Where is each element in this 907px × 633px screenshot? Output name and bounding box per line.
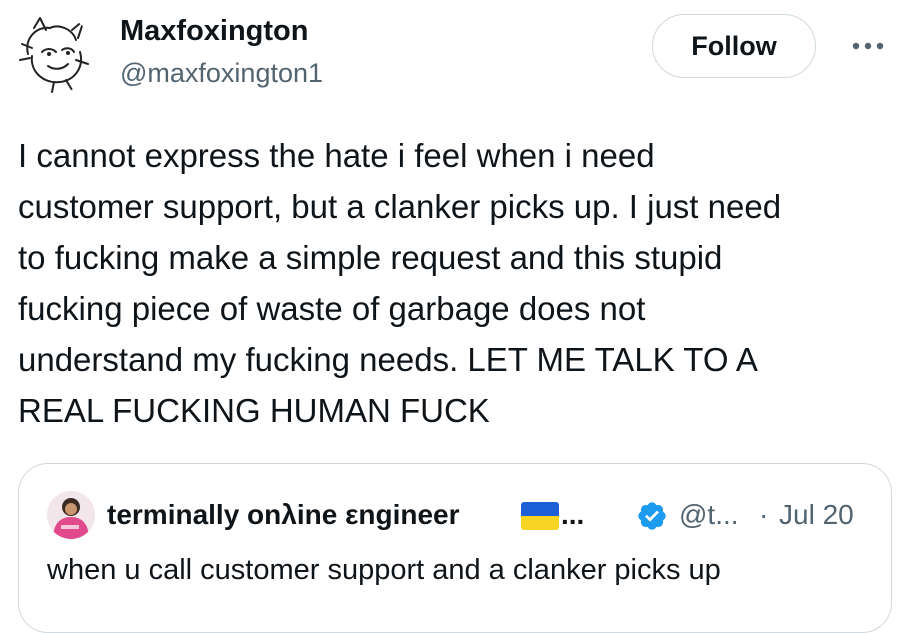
quoted-tweet-card[interactable]: terminally onλine εngineer ... @t... · J… <box>18 463 892 633</box>
quoted-author-avatar[interactable] <box>47 491 95 539</box>
quoted-tweet-date[interactable]: Jul 20 <box>779 499 854 531</box>
pink-hoodie-avatar-icon <box>47 491 95 539</box>
quoted-author-display-name[interactable]: terminally onλine εngineer <box>107 499 460 531</box>
more-options-button[interactable] <box>846 30 890 62</box>
author-display-name[interactable]: Maxfoxington <box>120 15 309 48</box>
ukraine-flag-icon <box>521 502 559 530</box>
separator-dot: · <box>759 499 769 530</box>
sketch-character-avatar-icon <box>19 17 89 93</box>
author-avatar[interactable] <box>14 14 94 94</box>
tweet-text: I cannot express the hate i feel when i … <box>18 137 782 429</box>
more-dots-icon <box>852 42 884 50</box>
quoted-author-handle[interactable]: @t... <box>679 499 739 531</box>
quoted-tweet-text: when u call customer support and a clank… <box>47 554 721 586</box>
follow-button[interactable]: Follow <box>652 14 816 78</box>
verified-badge-icon <box>638 502 666 530</box>
author-handle[interactable]: @maxfoxington1 <box>120 58 323 89</box>
quoted-name-ellipsis: ... <box>561 499 585 530</box>
